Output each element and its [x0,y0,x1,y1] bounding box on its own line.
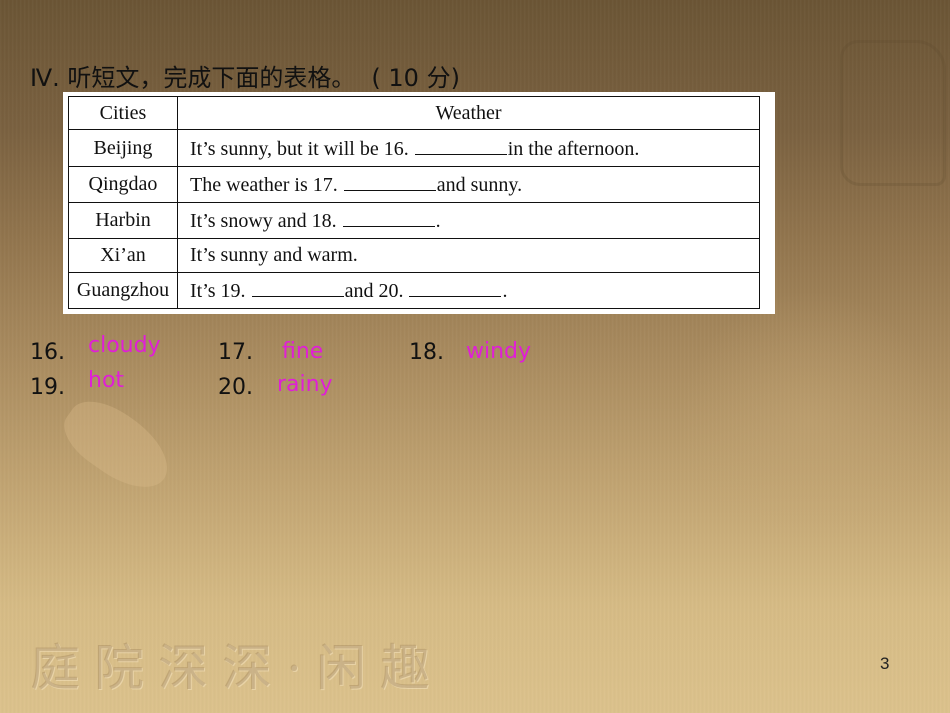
header-weather: Weather [177,95,760,131]
weather-table-container: Cities Weather Beijing It’s sunny, but i… [63,92,775,314]
exercise-heading: Ⅳ. 听短文，完成下面的表格。 ( 10 分) [30,58,460,93]
decorative-orchid-painting [680,290,940,550]
weather-cell: The weather is 17. and sunny. [177,165,760,203]
weather-text: It’s 19. [190,279,246,302]
blank-16 [414,136,507,155]
table-row: Xi’an It’s sunny and warm. [68,238,760,273]
answer-18: windy [466,339,532,364]
page-number: 3 [880,654,890,673]
city-cell: Beijing [68,129,178,167]
weather-text: . [435,210,441,233]
weather-cell: It’s sunny, but it will be 16. in the af… [177,129,760,167]
blank-20 [409,278,502,297]
weather-text: and sunny. [436,173,523,196]
blank-18 [342,208,435,228]
weather-text: The weather is 17. [190,173,338,196]
heading-text: Ⅳ. 听短文，完成下面的表格。 [30,64,356,92]
weather-text: It’s snowy and 18. [190,210,337,233]
blank-17 [343,172,436,191]
table-row: Beijing It’s sunny, but it will be 16. i… [68,129,760,167]
answer-number-20: 20. [218,375,253,400]
weather-cell: It’s 19. and 20. . [177,271,760,310]
weather-table: Cities Weather Beijing It’s sunny, but i… [68,95,760,310]
weather-text: It’s sunny, but it will be 16. [190,137,409,160]
city-cell: Qingdao [68,165,178,203]
weather-cell: It’s snowy and 18. . [177,201,760,240]
decorative-fish-painting [53,387,182,503]
table-row: Guangzhou It’s 19. and 20. . [68,271,760,310]
table-row: Harbin It’s snowy and 18. . [68,201,760,240]
weather-text: in the afternoon. [507,137,640,160]
table-header-row: Cities Weather [68,95,760,131]
city-cell: Guangzhou [68,271,178,310]
weather-text: . [502,279,508,302]
blank-19 [251,278,344,297]
answer-16: cloudy [88,333,161,358]
weather-cell: It’s sunny and warm. [177,238,760,273]
answer-17: fine [282,339,324,364]
weather-text: It’s sunny and warm. [190,243,358,266]
answer-number-17: 17. [218,340,253,365]
city-cell: Harbin [68,201,178,240]
table-row: Qingdao The weather is 17. and sunny. [68,165,760,203]
weather-text: and 20. [344,279,404,302]
score-label: ( 10 分) [371,64,460,92]
answer-19: hot [88,368,125,393]
answer-number-19: 19. [30,375,65,400]
answer-number-18: 18. [409,340,444,365]
answer-20: rainy [277,372,333,397]
decorative-seal-character [840,40,946,186]
city-cell: Xi’an [68,238,178,273]
header-cities: Cities [68,95,178,131]
footer-seal-calligraphy: 庭院深深·闲趣 [30,639,444,697]
answer-number-16: 16. [30,340,65,365]
